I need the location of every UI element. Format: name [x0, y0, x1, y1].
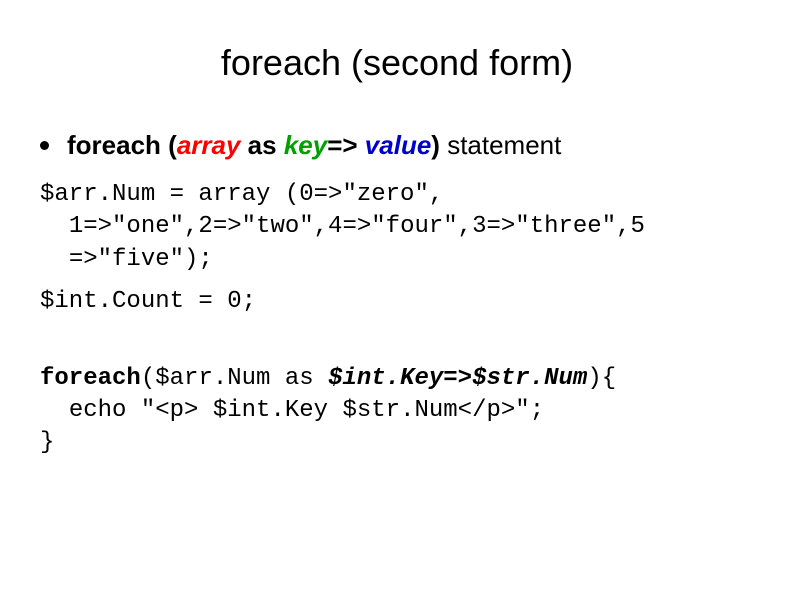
bullet-part-statement: statement — [440, 130, 561, 160]
bullet-part-array: array — [177, 130, 241, 160]
slide-content: foreach (array as key=> value) statement… — [40, 130, 754, 460]
bullet-dot-icon — [40, 141, 49, 150]
code-paren-open: ($arr.Num as — [141, 365, 328, 392]
bullet-part-key: key — [284, 130, 327, 160]
code-echo-line: echo "<p> $int.Key $str.Num</p>"; — [40, 397, 544, 424]
code-keyvalue: $int.Key=>$str.Num — [328, 365, 587, 392]
code-brace-close: } — [40, 429, 54, 456]
bullet-part-foreach: foreach ( — [67, 130, 177, 160]
code-block-foreach: foreach($arr.Num as $int.Key=>$str.Num){… — [40, 363, 754, 460]
code-block-count: $int.Count = 0; — [40, 286, 754, 318]
code-block-arr: $arr.Num = array (0=>"zero", 1=>"one",2=… — [40, 179, 754, 276]
bullet-text: foreach (array as key=> value) statement — [67, 130, 561, 161]
bullet-part-arrow: => — [327, 130, 365, 160]
code-brace-open: ){ — [587, 365, 616, 392]
code-kw-foreach: foreach — [40, 365, 141, 392]
slide: foreach (second form) foreach (array as … — [0, 0, 794, 595]
bullet-part-paren: ) — [431, 130, 440, 160]
bullet-part-as: as — [240, 130, 283, 160]
slide-title: foreach (second form) — [0, 42, 794, 84]
bullet-part-value: value — [365, 130, 432, 160]
bullet-item: foreach (array as key=> value) statement — [40, 130, 754, 161]
